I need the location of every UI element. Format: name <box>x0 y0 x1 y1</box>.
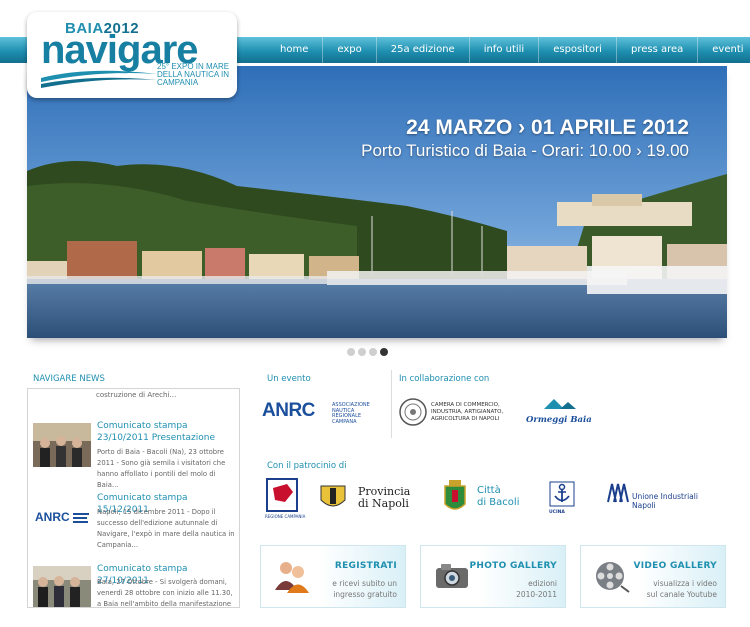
svg-text:ANRC: ANRC <box>35 510 70 524</box>
photo-gallery-text: edizioni 2010-2011 <box>516 578 557 600</box>
nav-item-edizione[interactable]: 25a edizione <box>375 37 469 63</box>
ucina-logo[interactable]: UCINA <box>549 481 575 515</box>
nav-item-expo[interactable]: expo <box>322 37 375 63</box>
register-title: REGISTRATI <box>334 561 397 571</box>
news-thumbnail <box>33 423 91 467</box>
regione-name: REGIONE CAMPANIA <box>265 514 306 519</box>
anrc-name: ANRC <box>262 400 315 421</box>
citta-bacoli-logo[interactable]: Città di Bacoli <box>441 478 519 520</box>
news-item[interactable]: Comunicato stampa 23/10/2011 Presentazio… <box>33 420 238 500</box>
citta-line: di Bacoli <box>477 497 520 508</box>
news-item[interactable]: ANRC Comunicato stampa 15/12/2011 Napoli… <box>33 492 238 562</box>
register-text-line: ingresso gratuito <box>333 590 397 599</box>
slider-dot-active[interactable] <box>380 348 388 356</box>
anchor-icon <box>549 481 575 507</box>
logo-subtitle: 25° EXPO IN MARE DELLA NAUTICA IN CAMPAN… <box>157 62 230 87</box>
photo-gallery-title: PHOTO GALLERY <box>469 561 557 571</box>
nav-menu: home expo 25a edizione info utili esposi… <box>266 37 750 63</box>
regione-campania-logo[interactable]: REGIONE CAMPANIA <box>265 478 305 519</box>
nav-item-press-area[interactable]: press area <box>615 37 697 63</box>
slider-pagination <box>347 348 388 356</box>
video-gallery-text-line: sul canale Youtube <box>646 590 717 599</box>
seal-icon <box>399 398 427 426</box>
news-item[interactable]: Comunicato stampa 27/10/2011 Baia, 27 Ot… <box>33 563 238 608</box>
news-excerpt: Porto di Baia - Bacoli (Na), 23 ottobre … <box>97 448 226 489</box>
provincia-napoli-logo[interactable]: Provincia di Napoli <box>318 484 410 516</box>
video-gallery-text-line: visualizza i video <box>653 579 717 588</box>
nav-item-eventi[interactable]: eventi <box>697 37 750 63</box>
news-cut-text: costruzione di Arechi… <box>96 391 177 399</box>
nav-item-home[interactable]: home <box>266 37 322 63</box>
harbour-photo <box>27 66 727 338</box>
news-title[interactable]: Comunicato stampa 23/10/2011 Presentazio… <box>97 420 237 444</box>
register-box[interactable]: REGISTRATI e ricevi subito un ingresso g… <box>260 545 406 608</box>
unione-line: Unione Industriali <box>632 492 698 501</box>
bacoli-crest-icon <box>444 480 466 510</box>
provincia-crest-icon <box>320 485 346 507</box>
partner-divider <box>391 370 392 438</box>
nav-item-espositori[interactable]: espositori <box>538 37 616 63</box>
news-thumbnail <box>33 566 91 607</box>
camera-line: CAMERA DI COMMERCIO, <box>431 402 500 408</box>
film-reel-icon <box>596 562 630 593</box>
sail-wave-icon <box>544 399 576 409</box>
slider-dot[interactable] <box>358 348 366 356</box>
collaboration-label: In collaborazione con <box>399 374 490 384</box>
hero-banner: 24 MARZO › 01 APRILE 2012 Porto Turistic… <box>27 66 727 338</box>
camera-line: INDUSTRIA, ARTIGIANATO, <box>431 409 504 415</box>
anrc-logo[interactable]: ANRC ASSOCIAZIONE NAUTICA REGIONALE CAMP… <box>262 400 370 424</box>
press-photo <box>33 423 91 467</box>
event-label: Un evento <box>267 374 311 384</box>
photo-gallery-box[interactable]: PHOTO GALLERY edizioni 2010-2011 <box>420 545 566 608</box>
register-text: e ricevi subito un ingresso gratuito <box>332 578 397 600</box>
ucina-name: UCINA <box>549 510 565 515</box>
patronage-label: Con il patrocinio di <box>267 461 347 471</box>
slider-dot[interactable] <box>347 348 355 356</box>
provincia-line: di Napoli <box>358 497 409 510</box>
users-icon <box>275 562 309 593</box>
news-excerpt: Baia, 27 Ottobre - Si svolgerà domani, v… <box>97 578 233 608</box>
camera-line: AGRICOLTURA DI NAPOLI <box>431 416 500 422</box>
site-logo[interactable]: BAIA2012 navigare 25° EXPO IN MARE DELLA… <box>27 12 237 98</box>
news-list[interactable]: costruzione di Arechi… Comunicato stampa… <box>27 388 240 608</box>
unione-industriali-logo[interactable]: Unione Industriali Napoli <box>606 482 698 510</box>
camera-commercio-logo[interactable]: CAMERA DI COMMERCIO, INDUSTRIA, ARTIGIAN… <box>398 397 503 431</box>
video-gallery-box[interactable]: VIDEO GALLERY visualizza i video sul can… <box>580 545 726 608</box>
photo-gallery-text-line: 2010-2011 <box>516 590 557 599</box>
video-gallery-text: visualizza i video sul canale Youtube <box>647 578 717 600</box>
video-gallery-title: VIDEO GALLERY <box>633 561 717 571</box>
regione-shield-icon <box>266 478 298 512</box>
ormeggi-baia-name: Ormeggi Baia <box>526 415 592 425</box>
photo-gallery-text-line: edizioni <box>528 579 557 588</box>
unione-line: Napoli <box>632 501 656 510</box>
event-location-hours: Porto Turistico di Baia - Orari: 10.00 ›… <box>361 141 689 160</box>
slider-dot[interactable] <box>369 348 377 356</box>
camera-icon <box>436 564 468 588</box>
news-thumbnail: ANRC <box>33 495 91 539</box>
ormeggi-baia-logo[interactable]: Ormeggi Baia <box>524 396 594 425</box>
anrc-logo-icon: ANRC <box>33 495 91 539</box>
wave-icon <box>41 70 157 88</box>
register-text-line: e ricevi subito un <box>332 579 397 588</box>
press-photo <box>33 566 91 607</box>
news-excerpt: Napoli, 15 dicembre 2011 - Dopo il succe… <box>97 508 235 549</box>
news-section-title: NAVIGARE NEWS <box>33 374 105 384</box>
citta-line: Città <box>477 485 501 496</box>
anrc-desc-line: CAMPANA <box>332 418 357 425</box>
unione-mark-icon <box>607 483 629 503</box>
event-dates: 24 MARZO › 01 APRILE 2012 <box>406 116 689 139</box>
nav-item-info-utili[interactable]: info utili <box>468 37 539 63</box>
